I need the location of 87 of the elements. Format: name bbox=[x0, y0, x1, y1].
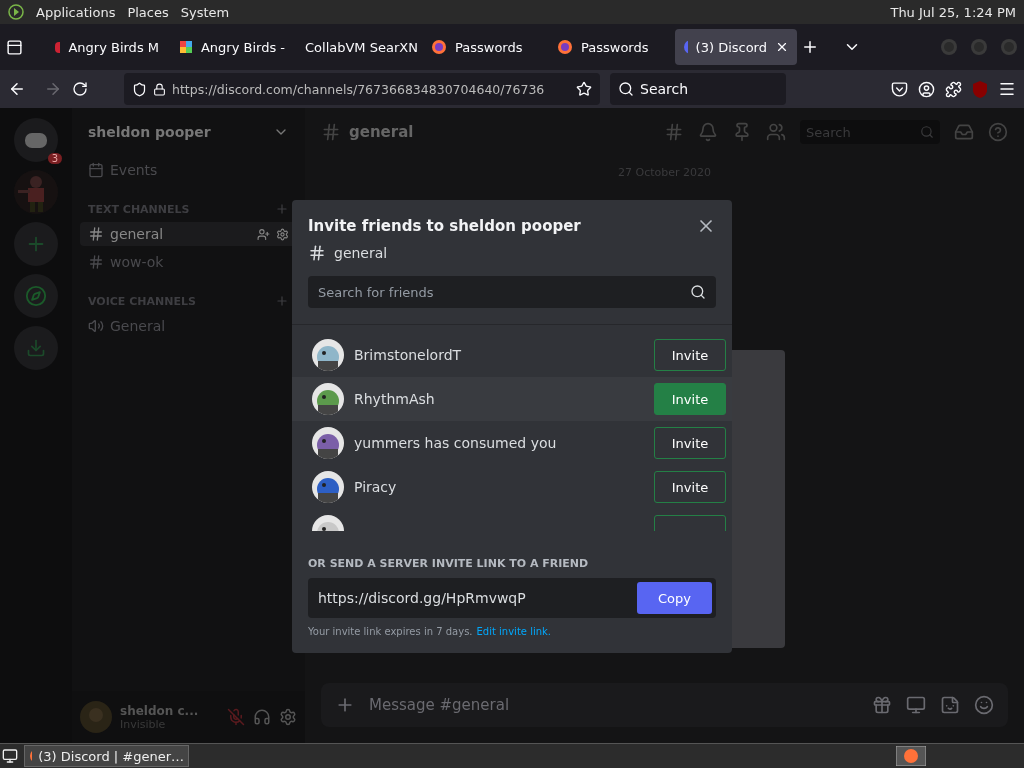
tab-overview-icon[interactable] bbox=[6, 38, 23, 56]
hash-icon bbox=[308, 244, 326, 262]
gift-icon[interactable] bbox=[872, 695, 892, 715]
explore-button[interactable] bbox=[14, 274, 58, 318]
avatar-icon[interactable] bbox=[80, 701, 112, 733]
panel-menu[interactable]: Places bbox=[127, 4, 169, 20]
help-icon[interactable] bbox=[988, 122, 1008, 142]
lock-icon bbox=[153, 82, 166, 96]
inbox-icon[interactable] bbox=[954, 122, 974, 142]
browser-tab[interactable]: Passwords bbox=[423, 29, 545, 65]
smile-icon[interactable] bbox=[974, 695, 994, 715]
pin-icon[interactable] bbox=[732, 122, 752, 142]
window-control-icon[interactable] bbox=[1000, 38, 1018, 56]
extensions-icon[interactable] bbox=[945, 80, 962, 98]
settings-icon[interactable] bbox=[279, 708, 297, 726]
search-icon bbox=[690, 284, 706, 300]
window-control-icon[interactable] bbox=[940, 38, 958, 56]
friend-name: yummers has consumed you bbox=[354, 435, 557, 451]
window-control-icon[interactable] bbox=[970, 38, 988, 56]
friend-row[interactable]: RhythmAsh Invite bbox=[292, 377, 732, 421]
sticker-icon[interactable] bbox=[940, 695, 960, 715]
logo-icon[interactable] bbox=[8, 4, 24, 20]
account-icon[interactable] bbox=[918, 80, 935, 98]
invite-button[interactable]: Invite bbox=[654, 339, 726, 371]
back-icon[interactable] bbox=[8, 80, 26, 98]
search-field[interactable]: Search bbox=[610, 73, 786, 105]
add-icon bbox=[275, 202, 289, 216]
show-desktop-icon[interactable] bbox=[2, 748, 18, 764]
invite-button[interactable]: Invite bbox=[654, 427, 726, 459]
expiry-note: Your invite link expires in 7 days. bbox=[308, 626, 473, 637]
mic-muted-icon[interactable] bbox=[227, 708, 245, 726]
friend-row[interactable]: Piracy Invite bbox=[292, 465, 732, 509]
browser-tab[interactable]: Angry Birds - bbox=[171, 29, 293, 65]
friend-name: RhythmAsh bbox=[354, 391, 435, 407]
reload-icon[interactable] bbox=[72, 81, 88, 97]
add-icon bbox=[275, 294, 289, 308]
menu-icon[interactable] bbox=[998, 80, 1016, 98]
browser-tab[interactable]: Passwords bbox=[549, 29, 671, 65]
invite-link-field[interactable]: https://discord.gg/HpRmvwqP Copy bbox=[308, 578, 716, 618]
settings-icon[interactable] bbox=[276, 227, 289, 241]
speaker-icon bbox=[88, 318, 104, 334]
dialog-title: Invite friends to sheldon pooper bbox=[308, 217, 581, 235]
server-name[interactable]: sheldon pooper bbox=[88, 124, 211, 140]
taskbar-task[interactable]: (3) Discord | #gener… bbox=[24, 745, 189, 767]
browser-tab[interactable]: Angry Birds M bbox=[45, 29, 167, 65]
add-server-button[interactable] bbox=[14, 222, 58, 266]
star-icon[interactable] bbox=[576, 81, 592, 97]
pocket-icon[interactable] bbox=[891, 80, 908, 98]
edit-invite-link[interactable]: Edit invite link. bbox=[476, 626, 551, 637]
download-button[interactable] bbox=[14, 326, 58, 370]
calendar-icon bbox=[88, 162, 104, 178]
controller-icon bbox=[23, 130, 49, 150]
user-name: sheldon c... bbox=[120, 703, 200, 718]
invite-button[interactable]: Invite bbox=[654, 471, 726, 503]
download-icon bbox=[26, 338, 46, 358]
shield-icon bbox=[132, 81, 147, 97]
search-icon bbox=[920, 125, 934, 139]
hash-icon bbox=[88, 254, 104, 270]
section-heading: OR SEND A SERVER INVITE LINK TO A FRIEND bbox=[308, 557, 590, 570]
notification-badge: 3 bbox=[47, 153, 62, 164]
new-tab-icon[interactable] bbox=[801, 38, 819, 56]
channel-name: general bbox=[334, 245, 388, 261]
friend-name: BrimstonelordT bbox=[354, 347, 462, 363]
compass-icon bbox=[25, 285, 47, 307]
shield-icon[interactable] bbox=[972, 80, 988, 98]
bell-icon[interactable] bbox=[698, 122, 718, 142]
headphones-icon[interactable] bbox=[253, 708, 271, 726]
close-icon[interactable] bbox=[775, 40, 789, 54]
invite-button[interactable]: Invite bbox=[654, 383, 726, 415]
browser-tab[interactable]: CollabVM SearXN bbox=[297, 29, 419, 65]
search-field[interactable]: Search for friends bbox=[308, 276, 716, 308]
members-icon[interactable] bbox=[766, 122, 786, 142]
panel-menu[interactable]: Applications bbox=[36, 4, 116, 20]
copy-button[interactable]: Copy bbox=[637, 582, 712, 614]
panel-menu[interactable]: System bbox=[180, 4, 230, 20]
browser-tab[interactable]: (3) Discord bbox=[675, 29, 797, 65]
clock: Thu Jul 25, 1:24 PM bbox=[890, 4, 1016, 20]
channel-title: general bbox=[349, 123, 414, 141]
hash-icon bbox=[88, 226, 104, 242]
message-placeholder: Message #general bbox=[369, 696, 511, 714]
invite-icon[interactable] bbox=[257, 227, 270, 241]
search-icon bbox=[618, 81, 634, 97]
friend-name: Piracy bbox=[354, 479, 397, 495]
grid-icon bbox=[179, 40, 193, 54]
hash-icon bbox=[321, 122, 341, 142]
url-field[interactable]: https://discord.com/channels/767366834830704640/76736 bbox=[124, 73, 600, 105]
friend-row[interactable]: yummers has consumed you Invite bbox=[292, 421, 732, 465]
